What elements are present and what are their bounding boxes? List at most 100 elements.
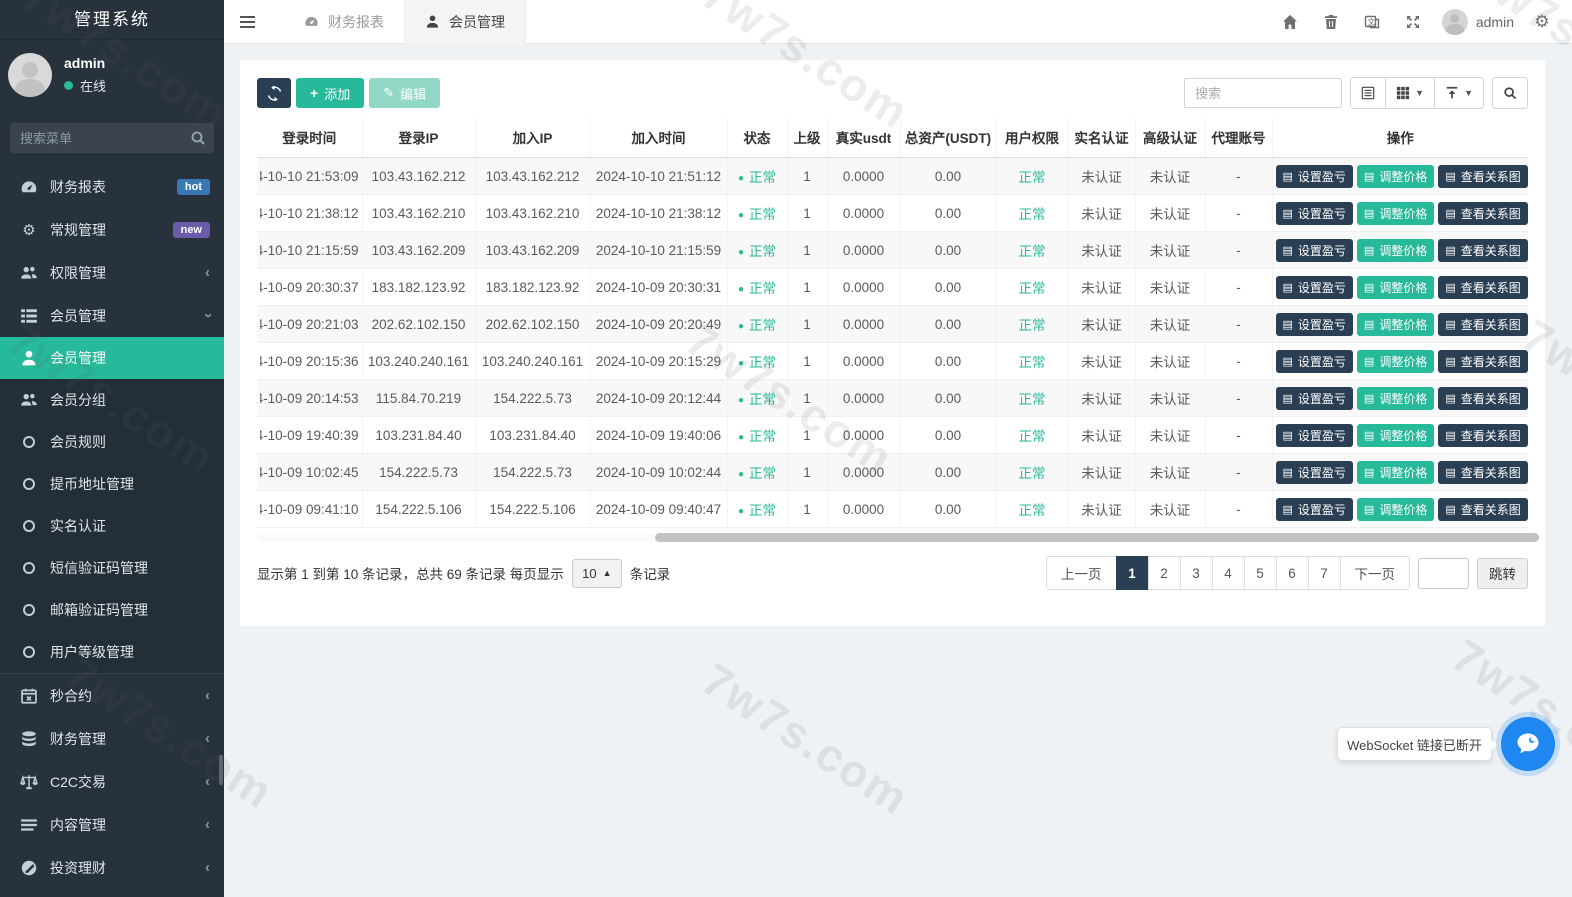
home-icon[interactable] xyxy=(1270,0,1311,44)
svg-text:文: 文 xyxy=(1368,16,1376,26)
adjust-price-button[interactable]: ▤调整价格 xyxy=(1357,424,1434,447)
export-dropdown-button[interactable]: ▼ xyxy=(1434,77,1484,109)
circle-icon xyxy=(20,602,38,618)
topbar-user[interactable]: admin xyxy=(1442,9,1514,35)
adjust-price-button[interactable]: ▤调整价格 xyxy=(1357,202,1434,225)
list-icon: ▤ xyxy=(1283,244,1293,257)
cell-parent: 1 xyxy=(787,454,827,491)
sidebar-item-finance-report[interactable]: 财务报表hot xyxy=(0,165,224,208)
adjust-price-button[interactable]: ▤调整价格 xyxy=(1357,165,1434,188)
set-pl-button[interactable]: ▤设置盈亏 xyxy=(1276,165,1353,188)
scrollbar-thumb[interactable] xyxy=(655,533,1539,542)
view-relation-button[interactable]: ▤查看关系图 xyxy=(1438,498,1527,521)
column-header: 真实usdt xyxy=(827,117,900,158)
set-pl-button[interactable]: ▤设置盈亏 xyxy=(1276,313,1353,336)
cell-parent: 1 xyxy=(787,343,827,380)
sidebar-item-member-groups[interactable]: 会员分组 xyxy=(0,379,224,421)
sidebar-item-user-level-management[interactable]: 用户等级管理 xyxy=(0,631,224,673)
next-page-button[interactable]: 下一页 xyxy=(1340,556,1411,590)
translate-icon[interactable]: 文 xyxy=(1352,0,1393,44)
cell-total-assets: 0.00 xyxy=(900,343,996,380)
set-pl-button[interactable]: ▤设置盈亏 xyxy=(1276,461,1353,484)
page-button-6[interactable]: 6 xyxy=(1276,556,1309,590)
trash-icon[interactable] xyxy=(1311,0,1352,44)
adjust-price-button[interactable]: ▤调整价格 xyxy=(1357,239,1434,262)
cell-realname: 未认证 xyxy=(1068,491,1135,528)
sidebar-scrollbar[interactable] xyxy=(219,755,223,785)
toggle-view-button[interactable] xyxy=(1350,77,1386,109)
set-pl-button[interactable]: ▤设置盈亏 xyxy=(1276,387,1353,410)
sidebar-item-investment[interactable]: 投资理财‹ xyxy=(0,846,224,889)
adjust-price-button[interactable]: ▤调整价格 xyxy=(1357,461,1434,484)
set-pl-button[interactable]: ▤设置盈亏 xyxy=(1276,202,1353,225)
menu-toggle-icon[interactable] xyxy=(224,0,270,44)
tab-label: 财务报表 xyxy=(328,12,384,32)
sidebar-item-general-management[interactable]: ⚙常规管理new xyxy=(0,208,224,251)
sidebar-item-second-contract[interactable]: 秒合约‹ xyxy=(0,674,224,717)
list-icon: ▤ xyxy=(1445,281,1455,294)
list-icon: ▤ xyxy=(1364,392,1374,405)
table-search-input[interactable] xyxy=(1184,78,1342,108)
page-jump-input[interactable] xyxy=(1418,558,1469,589)
view-relation-button[interactable]: ▤查看关系图 xyxy=(1438,165,1527,188)
search-submit-button[interactable] xyxy=(1492,77,1528,109)
list-icon: ▤ xyxy=(1283,429,1293,442)
set-pl-button[interactable]: ▤设置盈亏 xyxy=(1276,350,1353,373)
page-button-3[interactable]: 3 xyxy=(1180,556,1213,590)
set-pl-button[interactable]: ▤设置盈亏 xyxy=(1276,239,1353,262)
sidebar-item-permission-management[interactable]: 权限管理‹ xyxy=(0,251,224,294)
add-button[interactable]: + 添加 xyxy=(296,78,364,108)
sidebar-item-email-code-management[interactable]: 邮箱验证码管理 xyxy=(0,589,224,631)
adjust-price-button[interactable]: ▤调整价格 xyxy=(1357,387,1434,410)
sidebar-item-withdraw-address-management[interactable]: 提币地址管理 xyxy=(0,463,224,505)
view-relation-button[interactable]: ▤查看关系图 xyxy=(1438,202,1527,225)
sidebar-item-sms-code-management[interactable]: 短信验证码管理 xyxy=(0,547,224,589)
adjust-price-button[interactable]: ▤调整价格 xyxy=(1357,276,1434,299)
view-relation-button[interactable]: ▤查看关系图 xyxy=(1438,239,1527,262)
columns-dropdown-button[interactable]: ▼ xyxy=(1385,77,1435,109)
tab-member-management[interactable]: 会员管理 xyxy=(404,0,526,44)
set-pl-button[interactable]: ▤设置盈亏 xyxy=(1276,276,1353,299)
view-relation-button[interactable]: ▤查看关系图 xyxy=(1438,387,1527,410)
refresh-button[interactable] xyxy=(257,78,291,108)
set-pl-button[interactable]: ▤设置盈亏 xyxy=(1276,498,1353,521)
view-relation-button[interactable]: ▤查看关系图 xyxy=(1438,313,1527,336)
set-pl-button[interactable]: ▤设置盈亏 xyxy=(1276,424,1353,447)
view-relation-button[interactable]: ▤查看关系图 xyxy=(1438,424,1527,447)
adjust-price-button[interactable]: ▤调整价格 xyxy=(1357,350,1434,373)
sidebar-item-c2c-trade[interactable]: C2C交易‹ xyxy=(0,760,224,803)
adjust-price-button[interactable]: ▤调整价格 xyxy=(1357,498,1434,521)
sidebar-search-input[interactable] xyxy=(10,123,214,153)
tab-finance-report[interactable]: 财务报表 xyxy=(284,0,404,44)
settings-gear-icon[interactable]: ⚙ xyxy=(1522,12,1562,32)
edit-button[interactable]: ✎ 编辑 xyxy=(369,78,440,108)
page-button-7[interactable]: 7 xyxy=(1308,556,1341,590)
fullscreen-icon[interactable] xyxy=(1393,0,1434,44)
page-button-4[interactable]: 4 xyxy=(1212,556,1245,590)
page-size-dropdown[interactable]: 10 ▲ xyxy=(572,559,622,588)
list-alt-icon xyxy=(20,817,38,833)
sidebar-item-realname-auth[interactable]: 实名认证 xyxy=(0,505,224,547)
view-relation-button[interactable]: ▤查看关系图 xyxy=(1438,350,1527,373)
adjust-price-button[interactable]: ▤调整价格 xyxy=(1357,313,1434,336)
prev-page-button[interactable]: 上一页 xyxy=(1046,556,1117,590)
cell-permission: 正常 xyxy=(996,232,1068,269)
cell-total-assets: 0.00 xyxy=(900,491,996,528)
sidebar-item-content-management[interactable]: 内容管理‹ xyxy=(0,803,224,846)
view-relation-button[interactable]: ▤查看关系图 xyxy=(1438,276,1527,299)
chat-fab-button[interactable] xyxy=(1501,717,1555,771)
page-jump-button[interactable]: 跳转 xyxy=(1477,558,1528,589)
sidebar-menu: 财务报表hot⚙常规管理new权限管理‹会员管理‹ xyxy=(0,165,224,337)
view-relation-button[interactable]: ▤查看关系图 xyxy=(1438,461,1527,484)
page-button-5[interactable]: 5 xyxy=(1244,556,1277,590)
table-horizontal-scrollbar[interactable] xyxy=(257,533,1528,542)
page-button-1[interactable]: 1 xyxy=(1116,556,1149,590)
table-row: 2024-10-09 20:14:53115.84.70.219154.222.… xyxy=(257,380,1528,417)
cell-agent: - xyxy=(1205,269,1272,306)
page-button-2[interactable]: 2 xyxy=(1148,556,1181,590)
sidebar-item-member-rules[interactable]: 会员规则 xyxy=(0,421,224,463)
sidebar-item-member-management[interactable]: 会员管理 xyxy=(0,337,224,379)
sidebar-item-finance-management[interactable]: 财务管理‹ xyxy=(0,717,224,760)
cell-parent: 1 xyxy=(787,417,827,454)
sidebar-item-member-management-section[interactable]: 会员管理‹ xyxy=(0,294,224,337)
